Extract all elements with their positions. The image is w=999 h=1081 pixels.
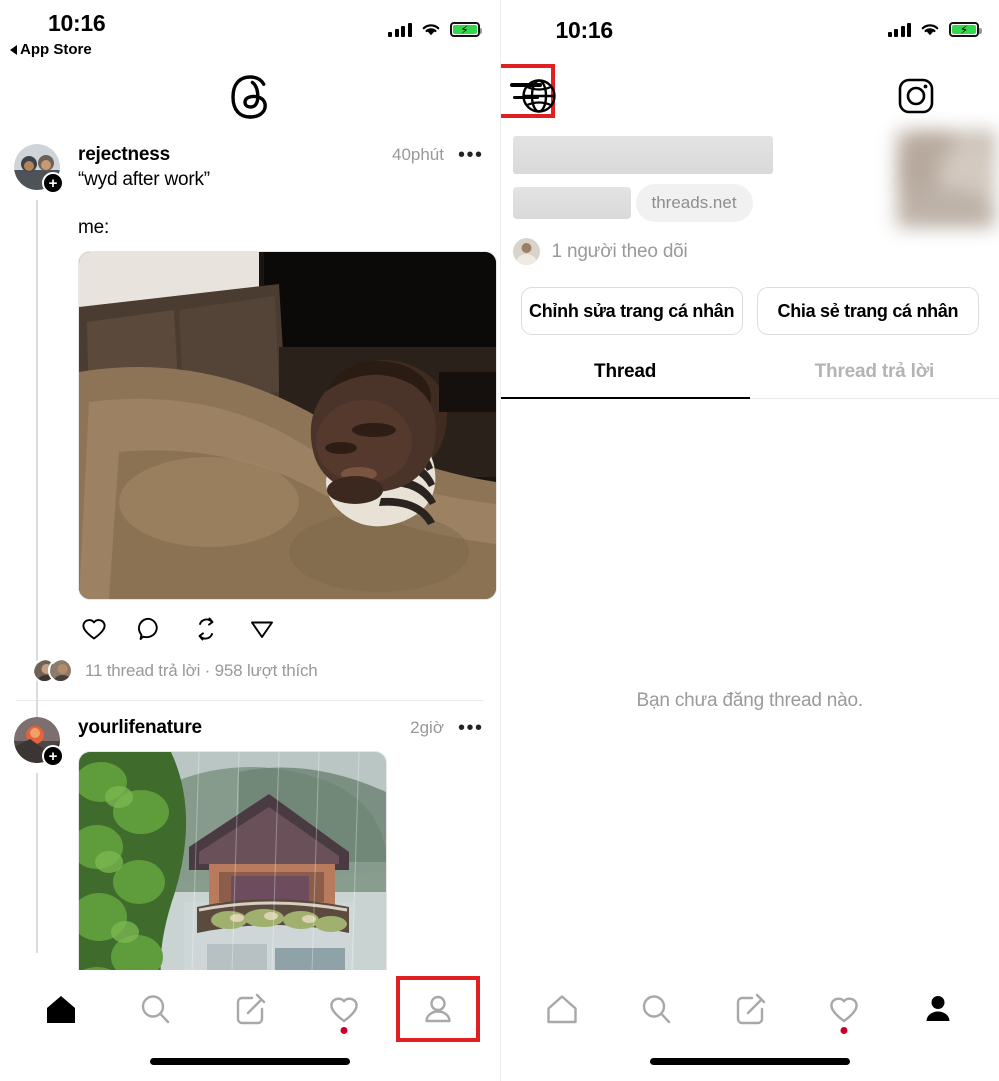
follower-avatar <box>512 238 540 265</box>
bottom-navigation-right[interactable] <box>500 970 999 1081</box>
domain-pill: threads.net <box>635 184 753 222</box>
notification-dot <box>840 1027 848 1034</box>
feed-post[interactable]: + yourlifenature 2giờ ••• <box>0 701 500 970</box>
heart-icon[interactable] <box>78 613 110 645</box>
add-to-story-badge[interactable]: + <box>42 745 64 767</box>
instagram-icon[interactable] <box>897 77 935 115</box>
dual-screenshot-container: 10:16 App Store ⚡ + rejectness 40phút ••… <box>0 0 999 1081</box>
status-bar-right: 10:16 ⚡ <box>501 0 999 68</box>
edit-profile-button[interactable]: Chỉnh sửa trang cá nhân <box>520 287 743 335</box>
profile-panel: threads.net 1 người theo dõi Chỉnh sửa t… <box>500 130 999 970</box>
home-indicator <box>649 1058 850 1065</box>
share-profile-button[interactable]: Chia sẻ trang cá nhân <box>756 287 979 335</box>
nav-home[interactable] <box>14 978 108 1040</box>
post-text-secondary: me: <box>78 217 110 238</box>
followers-count-text[interactable]: 1 người theo dõi <box>552 241 688 263</box>
status-time: 10:16 <box>48 10 106 36</box>
empty-state-message: Bạn chưa đăng thread nào. <box>636 690 864 711</box>
app-header-left <box>0 68 500 130</box>
status-time: 10:16 <box>555 17 614 43</box>
threads-logo-icon <box>228 74 272 120</box>
status-indicators-right: ⚡ <box>887 22 982 37</box>
comment-icon[interactable] <box>134 613 166 645</box>
avatar <box>48 658 73 683</box>
cellular-signal-icon <box>887 22 911 37</box>
tab-replies[interactable]: Thread trả lời <box>749 361 999 399</box>
nav-compose[interactable] <box>703 978 797 1040</box>
share-icon[interactable] <box>246 613 278 645</box>
status-indicators-left: ⚡ <box>388 22 482 37</box>
feed-list[interactable]: + rejectness 40phút ••• “wyd after work”… <box>0 130 500 970</box>
cellular-signal-icon <box>388 22 412 37</box>
bottom-navigation-left[interactable] <box>0 970 500 1081</box>
nav-search[interactable] <box>609 978 703 1040</box>
thread-connector-line <box>36 773 38 953</box>
post-timestamp: 40phút <box>391 145 444 164</box>
username-handle-redacted <box>512 187 631 219</box>
nav-activity[interactable] <box>297 978 391 1040</box>
post-image-house-in-rain[interactable] <box>78 751 387 970</box>
profile-picture-blurred[interactable] <box>896 130 996 228</box>
more-options-icon[interactable]: ••• <box>458 718 484 738</box>
followers-row[interactable]: 1 người theo dõi <box>512 238 688 265</box>
globe-icon[interactable] <box>519 76 559 116</box>
add-to-story-badge[interactable]: + <box>42 172 64 194</box>
facepile <box>32 658 76 684</box>
post-username[interactable]: rejectness <box>78 144 170 166</box>
profile-tabs[interactable]: Thread Thread trả lời <box>500 361 999 399</box>
nav-profile[interactable] <box>891 978 985 1040</box>
post-username[interactable]: yourlifenature <box>78 717 202 739</box>
notification-dot <box>340 1027 348 1034</box>
battery-charging-icon: ⚡ <box>449 22 482 37</box>
nav-home[interactable] <box>515 978 609 1040</box>
post-text: “wyd after work” <box>78 169 210 190</box>
nav-profile[interactable] <box>391 976 485 1042</box>
back-to-app-store[interactable]: App Store <box>10 41 92 58</box>
repost-icon[interactable] <box>190 613 222 645</box>
profile-header: threads.net 1 người theo dõi <box>501 130 999 265</box>
app-header-right <box>500 64 999 130</box>
left-screen-feed: 10:16 App Store ⚡ + rejectness 40phút ••… <box>0 0 500 1081</box>
feed-post[interactable]: + rejectness 40phút ••• “wyd after work”… <box>0 130 500 745</box>
profile-action-buttons[interactable]: Chỉnh sửa trang cá nhân Chia sẻ trang cá… <box>501 287 999 335</box>
wifi-icon <box>920 22 940 37</box>
post-timestamp: 2giờ <box>410 718 444 737</box>
nav-compose[interactable] <box>203 978 297 1040</box>
nav-search[interactable] <box>108 978 202 1040</box>
post-actions[interactable] <box>78 613 484 645</box>
back-label: App Store <box>20 41 92 58</box>
post-stats-text[interactable]: 11 thread trả lời · 958 lượt thích <box>85 661 318 681</box>
display-name-redacted <box>512 136 773 174</box>
right-screen-profile: 10:16 ⚡ threads.net 1 người theo dõi Chỉ… <box>499 0 999 1081</box>
home-indicator <box>149 1058 350 1065</box>
post-image-sleeping-man[interactable] <box>78 251 497 600</box>
battery-charging-icon: ⚡ <box>949 22 982 37</box>
more-options-icon[interactable]: ••• <box>458 145 484 165</box>
nav-activity[interactable] <box>797 978 891 1040</box>
tab-threads[interactable]: Thread <box>500 361 750 399</box>
back-arrow-icon <box>10 44 17 55</box>
wifi-icon <box>421 22 441 37</box>
status-bar-left: 10:16 App Store ⚡ <box>0 0 500 68</box>
post-stats[interactable]: 11 thread trả lời · 958 lượt thích <box>32 658 484 684</box>
